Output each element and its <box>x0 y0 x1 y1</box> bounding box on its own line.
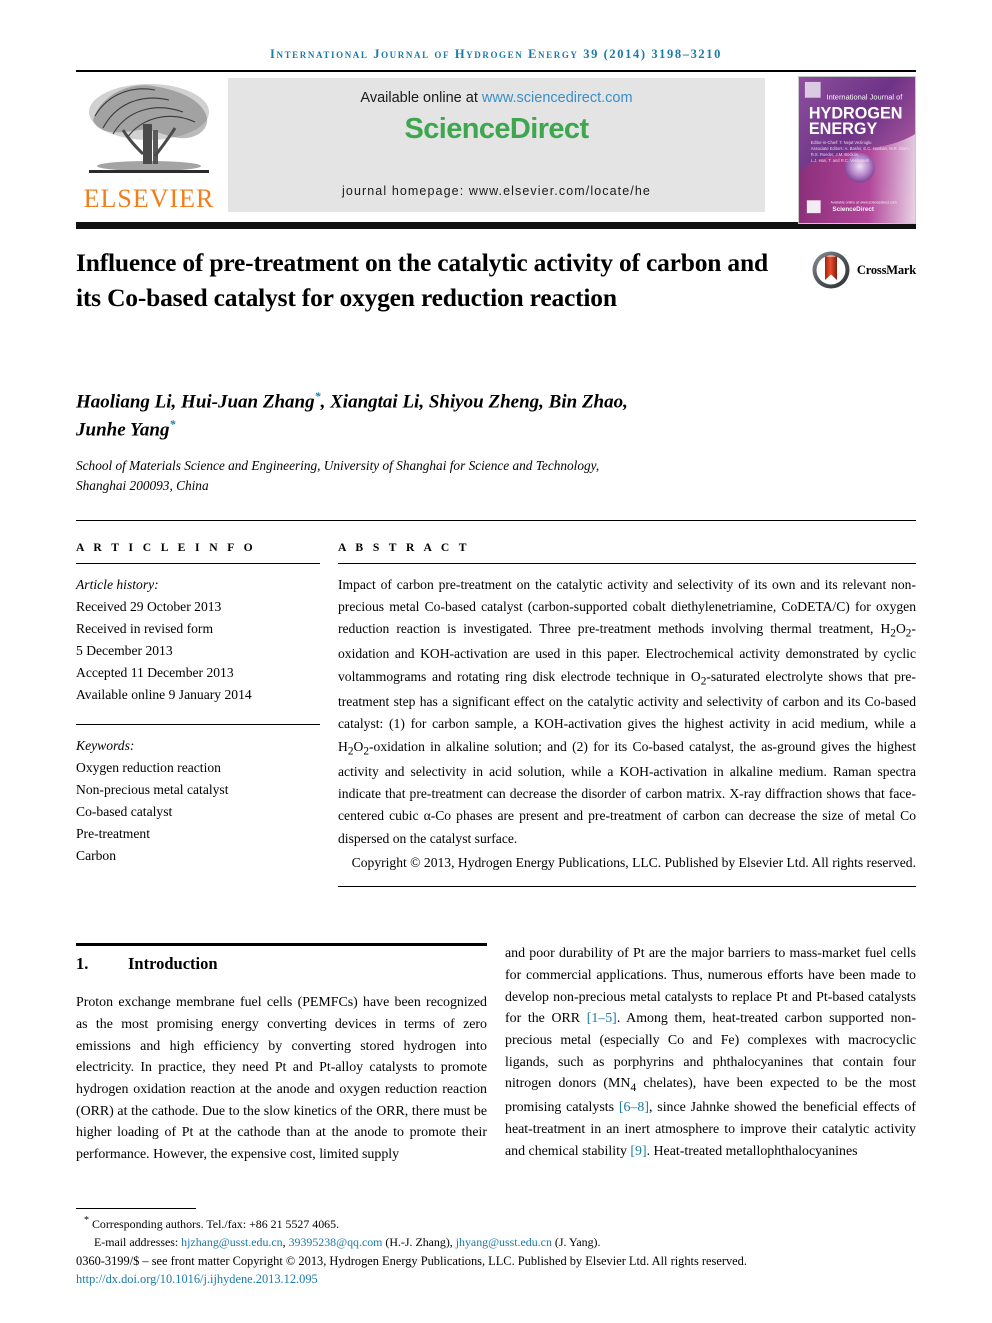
section-number: 1. <box>76 954 89 974</box>
svg-text:International Journal of: International Journal of <box>827 93 904 102</box>
article-info-column: A R T I C L E I N F O Article history: R… <box>76 541 320 888</box>
elsevier-tree-icon <box>89 84 209 173</box>
running-head: International Journal of Hydrogen Energy… <box>270 47 722 61</box>
citation-ref-2[interactable]: [6–8] <box>619 1100 649 1115</box>
info-abstract-columns: A R T I C L E I N F O Article history: R… <box>76 541 916 888</box>
body-left-column: 1. Introduction Proton exchange membrane… <box>76 943 487 1179</box>
citation-ref-1[interactable]: [1–5] <box>587 1011 617 1026</box>
available-online-text: Available online at www.sciencedirect.co… <box>228 78 765 106</box>
author-marker-2: * <box>169 416 176 431</box>
abstract-heading: A B S T R A C T <box>338 540 470 554</box>
page-title: Influence of pre-treatment on the cataly… <box>76 248 768 312</box>
affiliation-line-1: School of Materials Science and Engineer… <box>76 457 600 473</box>
author-line-1-cont: , Xiangtai Li, Shiyou Zheng, Bin Zhao, <box>320 391 628 413</box>
journal-homepage-text[interactable]: journal homepage: www.elsevier.com/locat… <box>228 184 765 198</box>
abstract-bottom-rule <box>338 886 916 888</box>
author-list: Haoliang Li, Hui-Juan Zhang * , Xiangtai L… <box>76 388 776 444</box>
affiliation: School of Materials Science and Engineer… <box>76 456 736 496</box>
sciencedirect-logo: ScienceDirect <box>404 113 589 145</box>
journal-cover-thumbnail[interactable]: International Journal of HYDROGEN ENERGY… <box>798 76 916 224</box>
corresponding-author-note: * Corresponding authors. Tel./fax: +86 2… <box>76 1213 916 1234</box>
email-link-1[interactable]: hjzhang@usst.edu.cn <box>181 1235 282 1249</box>
email-link-2[interactable]: 39395238@qq.com <box>289 1235 383 1249</box>
elsevier-wordmark: ELSEVIER <box>83 184 215 213</box>
history-item: 5 December 2013 <box>76 642 173 658</box>
email-name-2: (J. Yang). <box>551 1234 601 1249</box>
available-online-prefix: Available online at <box>360 90 482 106</box>
h2o2-o-2: O <box>353 738 364 754</box>
article-history: Article history: Received 29 October 201… <box>76 574 320 706</box>
doi-link[interactable]: http://dx.doi.org/10.1016/j.ijhydene.201… <box>76 1270 916 1289</box>
svg-text:Available online at www.scienc: Available online at www.sciencedirect.co… <box>830 200 896 204</box>
right-part-5: . Heat-treated metallophthalocyanines <box>646 1143 858 1159</box>
title-area: Influence of pre-treatment on the cataly… <box>76 246 916 358</box>
sciencedirect-banner: Available online at www.sciencedirect.co… <box>228 78 765 212</box>
email-link-3[interactable]: jhyang@usst.edu.cn <box>456 1235 552 1249</box>
history-item: Accepted 11 December 2013 <box>76 664 234 680</box>
keyword-item: Non-precious metal catalyst <box>76 781 229 797</box>
keywords-rule: Keywords: Oxygen reduction reaction Non-… <box>76 723 320 867</box>
corresponding-text: Corresponding authors. Tel./fax: +86 21 … <box>89 1217 340 1232</box>
history-item: Received 29 October 2013 <box>76 598 222 614</box>
section-title: Introduction <box>128 954 218 974</box>
article-page: International Journal of Hydrogen Energy… <box>76 0 916 1323</box>
intro-paragraph-left: Proton exchange membrane fuel cells (PEM… <box>76 995 487 1163</box>
crossmark-icon <box>812 251 850 289</box>
history-item: Available online 9 January 2014 <box>76 686 252 702</box>
email-label: E-mail addresses: <box>94 1234 182 1249</box>
h2o2-o: O <box>895 621 906 637</box>
author-line-1: Haoliang Li, Hui-Juan Zhang <box>76 391 315 413</box>
info-top-rule <box>76 519 916 521</box>
footnote-rule <box>76 1208 196 1210</box>
elsevier-logo: ELSEVIER <box>76 78 222 224</box>
body-right-column: and poor durability of Pt are the major … <box>505 943 916 1179</box>
journal-cover-art: International Journal of HYDROGEN ENERGY… <box>799 77 915 223</box>
keyword-item: Co-based catalyst <box>76 803 173 819</box>
abstract-part-1: Impact of carbon pre-treatment on the ca… <box>338 576 916 637</box>
article-info-rule: Article history: Received 29 October 201… <box>76 562 320 706</box>
section-heading: 1. Introduction <box>76 954 487 974</box>
svg-text:ScienceDirect: ScienceDirect <box>832 206 874 213</box>
crossmark-badge[interactable]: CrossMark <box>811 250 916 290</box>
keywords-label: Keywords: <box>76 737 135 753</box>
intro-paragraph-right: and poor durability of Pt are the major … <box>505 943 916 1162</box>
abstract-body: Impact of carbon pre-treatment on the ca… <box>338 574 916 850</box>
journal-masthead: ELSEVIER Available online at www.science… <box>76 70 916 224</box>
svg-text:L.J. Han, T. and R.C. Venkates: L.J. Han, T. and R.C. Venkatesh <box>811 158 870 163</box>
abstract-part-4: -oxidation in alkaline solution; and (2)… <box>338 738 916 846</box>
article-history-label: Article history: <box>76 576 159 592</box>
author-line-2: Junhe Yang <box>76 419 170 441</box>
keyword-item: Carbon <box>76 847 117 863</box>
body-columns: 1. Introduction Proton exchange membrane… <box>76 943 916 1179</box>
affiliation-line-2: Shanghai 200093, China <box>76 477 209 493</box>
article-info-heading: A R T I C L E I N F O <box>76 540 257 554</box>
citation-ref-3[interactable]: [9] <box>630 1144 646 1159</box>
email-name-1: (H.-J. Zhang), <box>382 1234 456 1249</box>
crossmark-label: CrossMark <box>856 262 916 277</box>
section-top-rule <box>76 943 487 947</box>
abstract-copyright: Copyright © 2013, Hydrogen Energy Public… <box>351 855 916 871</box>
history-item: Received in revised form <box>76 620 214 636</box>
keyword-item: Oxygen reduction reaction <box>76 759 221 775</box>
email-addresses-line: E-mail addresses: hjzhang@usst.edu.cn, 3… <box>76 1234 916 1252</box>
svg-text:Associate Editors: A. Bashir,: Associate Editors: A. Bashir, E.C. Hanka… <box>811 146 910 151</box>
keywords-block: Keywords: Oxygen reduction reaction Non-… <box>76 735 320 867</box>
svg-text:ENERGY: ENERGY <box>809 120 878 138</box>
svg-text:Editor-in-Chief: T. Nejat Vez: Editor-in-Chief: T. Nejat Veziroglu <box>811 140 872 145</box>
svg-text:R.S. Roeder, J.M. Bockris,: R.S. Roeder, J.M. Bockris, <box>811 152 859 157</box>
sciencedirect-link[interactable]: www.sciencedirect.com <box>482 90 633 106</box>
keyword-item: Pre-treatment <box>76 825 150 841</box>
abstract-rule: Impact of carbon pre-treatment on the ca… <box>338 562 916 875</box>
issn-copyright-line: 0360-3199/$ – see front matter Copyright… <box>76 1253 747 1268</box>
abstract-column: A B S T R A C T Impact of carbon pre-tre… <box>338 541 916 888</box>
page-footer: * Corresponding authors. Tel./fax: +86 2… <box>76 1208 916 1289</box>
